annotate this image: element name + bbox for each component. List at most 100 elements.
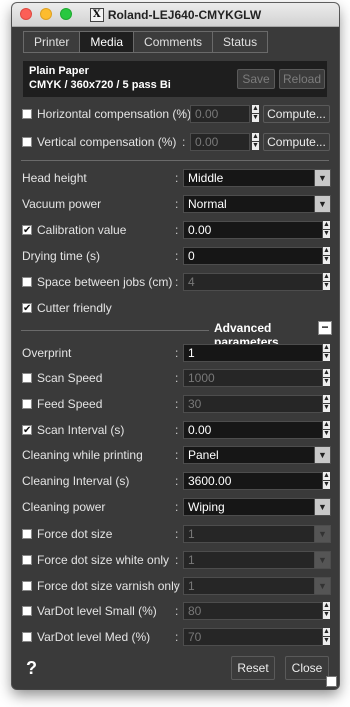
horizontal-compensation-field[interactable]: 0.00 (190, 105, 250, 123)
force-dot-size-select[interactable]: 1 ▼ (183, 525, 331, 543)
spin-down-icon[interactable]: ▼ (323, 282, 330, 290)
cleaning-interval-field[interactable]: 3600.00 (183, 472, 323, 490)
spin-down-icon[interactable]: ▼ (323, 378, 330, 386)
spin-up-icon[interactable]: ▲ (323, 273, 330, 281)
reload-button[interactable]: Reload (279, 69, 325, 89)
colon: : (175, 604, 179, 618)
vardot-med-field[interactable]: 70 (183, 628, 323, 646)
force-dot-size-varnish-checkbox[interactable] (22, 581, 32, 591)
vacuum-power-select[interactable]: Normal ▼ (183, 195, 331, 213)
vardot-small-checkbox[interactable] (22, 606, 32, 616)
spin-up-icon[interactable]: ▲ (323, 472, 330, 480)
feed-speed-checkbox[interactable] (22, 399, 32, 409)
force-dot-size-white-row: Force dot size white only : 1 ▼ (12, 551, 339, 571)
overprint-label: Overprint (22, 346, 72, 360)
vardot-small-field[interactable]: 80 (183, 602, 323, 620)
chevron-down-icon[interactable]: ▼ (314, 447, 330, 463)
vertical-compensation-checkbox[interactable] (22, 137, 32, 147)
save-button[interactable]: Save (237, 69, 275, 89)
space-between-jobs-field[interactable]: 4 (183, 273, 323, 291)
spin-down-icon[interactable]: ▼ (323, 430, 330, 438)
spin-up-icon[interactable]: ▲ (323, 369, 330, 377)
feed-speed-spinner[interactable]: ▲ ▼ (323, 395, 331, 413)
cleaning-power-select[interactable]: Wiping ▼ (183, 498, 331, 516)
space-between-jobs-checkbox[interactable] (22, 277, 32, 287)
calibration-value-label: Calibration value (37, 223, 127, 237)
spin-down-icon[interactable]: ▼ (323, 611, 330, 619)
vacuum-power-label: Vacuum power (22, 197, 102, 211)
colon: : (175, 474, 179, 488)
force-dot-size-white-select[interactable]: 1 ▼ (183, 551, 331, 569)
chevron-down-icon[interactable]: ▼ (314, 499, 330, 515)
horizontal-compensation-row: Horizontal compensation (%) : 0.00 ▲ ▼ C… (12, 105, 339, 125)
tab-comments[interactable]: Comments (133, 31, 214, 53)
calibration-value-spinner[interactable]: ▲ ▼ (323, 221, 331, 239)
force-dot-size-checkbox[interactable] (22, 529, 32, 539)
spin-down-icon[interactable]: ▼ (252, 142, 259, 150)
chevron-down-icon[interactable]: ▼ (314, 170, 330, 186)
scan-speed-field[interactable]: 1000 (183, 369, 323, 387)
overprint-spinner[interactable]: ▲ ▼ (323, 344, 331, 362)
scan-interval-field[interactable]: 0.00 (183, 421, 323, 439)
vertical-compensation-spinner[interactable]: ▲ ▼ (252, 133, 260, 151)
spin-down-icon[interactable]: ▼ (252, 114, 259, 122)
spin-up-icon[interactable]: ▲ (323, 602, 330, 610)
horizontal-compensation-spinner[interactable]: ▲ ▼ (252, 105, 260, 123)
spin-down-icon[interactable]: ▼ (323, 230, 330, 238)
colon: : (175, 423, 179, 437)
horizontal-compute-button[interactable]: Compute... (263, 105, 330, 123)
colon: : (182, 107, 186, 121)
spin-up-icon[interactable]: ▲ (323, 344, 330, 352)
colon: : (175, 553, 179, 567)
tab-status[interactable]: Status (212, 31, 269, 53)
horizontal-compensation-checkbox[interactable] (22, 109, 32, 119)
drying-time-spinner[interactable]: ▲ ▼ (323, 247, 331, 265)
spin-up-icon[interactable]: ▲ (323, 395, 330, 403)
drying-time-field[interactable]: 0 (183, 247, 323, 265)
vardot-med-checkbox[interactable] (22, 632, 32, 642)
vardot-med-spinner[interactable]: ▲ ▼ (323, 628, 331, 646)
chevron-down-icon[interactable]: ▼ (314, 196, 330, 212)
spin-down-icon[interactable]: ▼ (323, 481, 330, 489)
scan-speed-checkbox[interactable] (22, 373, 32, 383)
spin-up-icon[interactable]: ▲ (323, 421, 330, 429)
force-dot-size-varnish-select[interactable]: 1 ▼ (183, 577, 331, 595)
chevron-down-icon[interactable]: ▼ (314, 526, 330, 542)
cleaning-interval-spinner[interactable]: ▲ ▼ (323, 472, 331, 490)
vertical-compensation-row: Vertical compensation (%) : 0.00 ▲ ▼ Com… (12, 133, 339, 153)
spin-up-icon[interactable]: ▲ (252, 133, 259, 141)
tab-media[interactable]: Media (79, 31, 135, 53)
scan-interval-checkbox[interactable]: ✔ (22, 425, 32, 436)
tab-printer[interactable]: Printer (23, 31, 81, 53)
overprint-field[interactable]: 1 (183, 344, 323, 362)
calibration-value-field[interactable]: 0.00 (183, 221, 323, 239)
colon: : (182, 135, 186, 149)
scan-speed-spinner[interactable]: ▲ ▼ (323, 369, 331, 387)
spin-up-icon[interactable]: ▲ (252, 105, 259, 113)
cleaning-while-printing-select[interactable]: Panel ▼ (183, 446, 331, 464)
reset-button[interactable]: Reset (231, 656, 275, 680)
vertical-compensation-field[interactable]: 0.00 (190, 133, 250, 151)
head-height-select[interactable]: Middle ▼ (183, 169, 331, 187)
collapse-advanced-button[interactable]: − (318, 321, 332, 335)
chevron-down-icon[interactable]: ▼ (314, 578, 330, 594)
scan-interval-spinner[interactable]: ▲ ▼ (323, 421, 331, 439)
feed-speed-field[interactable]: 30 (183, 395, 323, 413)
calibration-value-checkbox[interactable]: ✔ (22, 225, 32, 236)
spin-up-icon[interactable]: ▲ (323, 628, 330, 636)
vardot-small-spinner[interactable]: ▲ ▼ (323, 602, 331, 620)
spin-down-icon[interactable]: ▼ (323, 404, 330, 412)
cutter-friendly-checkbox[interactable]: ✔ (22, 303, 32, 314)
close-button[interactable]: Close (285, 656, 329, 680)
spin-down-icon[interactable]: ▼ (323, 256, 330, 264)
resize-grip-icon[interactable] (326, 676, 337, 687)
space-between-jobs-spinner[interactable]: ▲ ▼ (323, 273, 331, 291)
vertical-compute-button[interactable]: Compute... (263, 133, 330, 151)
chevron-down-icon[interactable]: ▼ (314, 552, 330, 568)
spin-down-icon[interactable]: ▼ (323, 637, 330, 645)
help-icon[interactable]: ? (26, 658, 37, 679)
spin-up-icon[interactable]: ▲ (323, 247, 330, 255)
spin-down-icon[interactable]: ▼ (323, 353, 330, 361)
force-dot-size-white-checkbox[interactable] (22, 555, 32, 565)
spin-up-icon[interactable]: ▲ (323, 221, 330, 229)
